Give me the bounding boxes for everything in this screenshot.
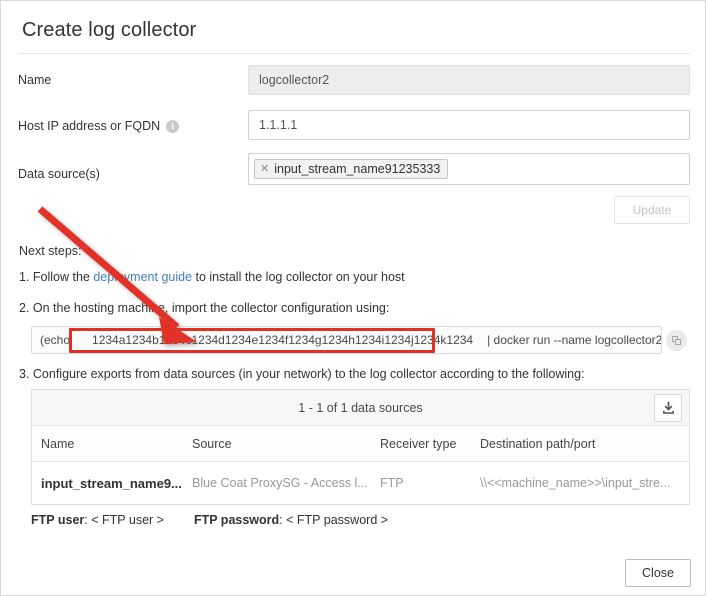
name-label: Name bbox=[18, 73, 51, 87]
red-highlight-box bbox=[69, 328, 435, 353]
datasource-chip[interactable]: ✕ input_stream_name91235333 bbox=[254, 159, 448, 179]
host-input[interactable]: 1.1.1.1 bbox=[248, 110, 690, 140]
data-sources-table: 1 - 1 of 1 data sources Name Source Rece… bbox=[31, 389, 690, 505]
datasources-input[interactable]: ✕ input_stream_name91235333 bbox=[248, 153, 690, 185]
info-icon[interactable]: i bbox=[166, 120, 179, 133]
create-log-collector-dialog: Create log collector Name logcollector2 … bbox=[0, 0, 706, 596]
ftp-user-value: < FTP user > bbox=[91, 513, 164, 527]
table-row[interactable]: input_stream_name9... Blue Coat ProxySG … bbox=[32, 462, 689, 504]
table-summary-text: 1 - 1 of 1 data sources bbox=[298, 401, 422, 415]
name-input[interactable]: logcollector2 bbox=[248, 65, 690, 95]
copy-icon[interactable] bbox=[666, 330, 687, 351]
next-steps-heading: Next steps: bbox=[19, 244, 82, 258]
close-icon[interactable]: ✕ bbox=[260, 164, 269, 175]
download-icon[interactable] bbox=[654, 394, 682, 422]
column-header-receiver-type: Receiver type bbox=[380, 437, 480, 451]
ftp-user-sep: : bbox=[84, 513, 87, 527]
table-summary-bar: 1 - 1 of 1 data sources bbox=[32, 390, 689, 426]
command-prefix: (echo bbox=[40, 333, 70, 347]
step-1-suffix: to install the log collector on your hos… bbox=[192, 270, 405, 284]
datasources-label: Data source(s) bbox=[18, 167, 100, 181]
step-3: 3. Configure exports from data sources (… bbox=[19, 367, 585, 381]
step-2: 2. On the hosting machine, import the co… bbox=[19, 301, 389, 315]
column-header-source: Source bbox=[192, 437, 380, 451]
ftp-password-value: < FTP password > bbox=[286, 513, 388, 527]
step-1-prefix: 1. Follow the bbox=[19, 270, 93, 284]
cell-source: Blue Coat ProxySG - Access l... bbox=[192, 476, 380, 490]
host-input-value: 1.1.1.1 bbox=[259, 118, 297, 132]
table-header-row: Name Source Receiver type Destination pa… bbox=[32, 426, 689, 462]
datasource-chip-label: input_stream_name91235333 bbox=[274, 162, 440, 176]
ftp-credentials: FTP user: < FTP user > FTP password: < F… bbox=[31, 513, 388, 527]
step-1: 1. Follow the deployment guide to instal… bbox=[19, 270, 405, 284]
ftp-password-sep: : bbox=[279, 513, 282, 527]
ftp-password-label: FTP password bbox=[194, 513, 279, 527]
cell-destination: \\<<machine_name>>\input_stre... bbox=[480, 476, 689, 490]
deployment-guide-link[interactable]: deployment guide bbox=[93, 270, 192, 284]
close-button[interactable]: Close bbox=[625, 559, 691, 587]
column-header-destination: Destination path/port bbox=[480, 437, 689, 451]
title-divider bbox=[18, 53, 690, 54]
column-header-name: Name bbox=[32, 437, 192, 451]
cell-name: input_stream_name9... bbox=[32, 476, 192, 491]
ftp-user-label: FTP user bbox=[31, 513, 84, 527]
name-input-value: logcollector2 bbox=[259, 73, 329, 87]
command-suffix: | docker run --name logcollector2 -p 21:… bbox=[487, 333, 662, 347]
page-title: Create log collector bbox=[22, 19, 196, 42]
update-button[interactable]: Update bbox=[614, 196, 690, 224]
cell-receiver-type: FTP bbox=[380, 476, 480, 490]
host-label: Host IP address or FQDN i bbox=[18, 119, 179, 133]
host-label-text: Host IP address or FQDN bbox=[18, 119, 160, 133]
